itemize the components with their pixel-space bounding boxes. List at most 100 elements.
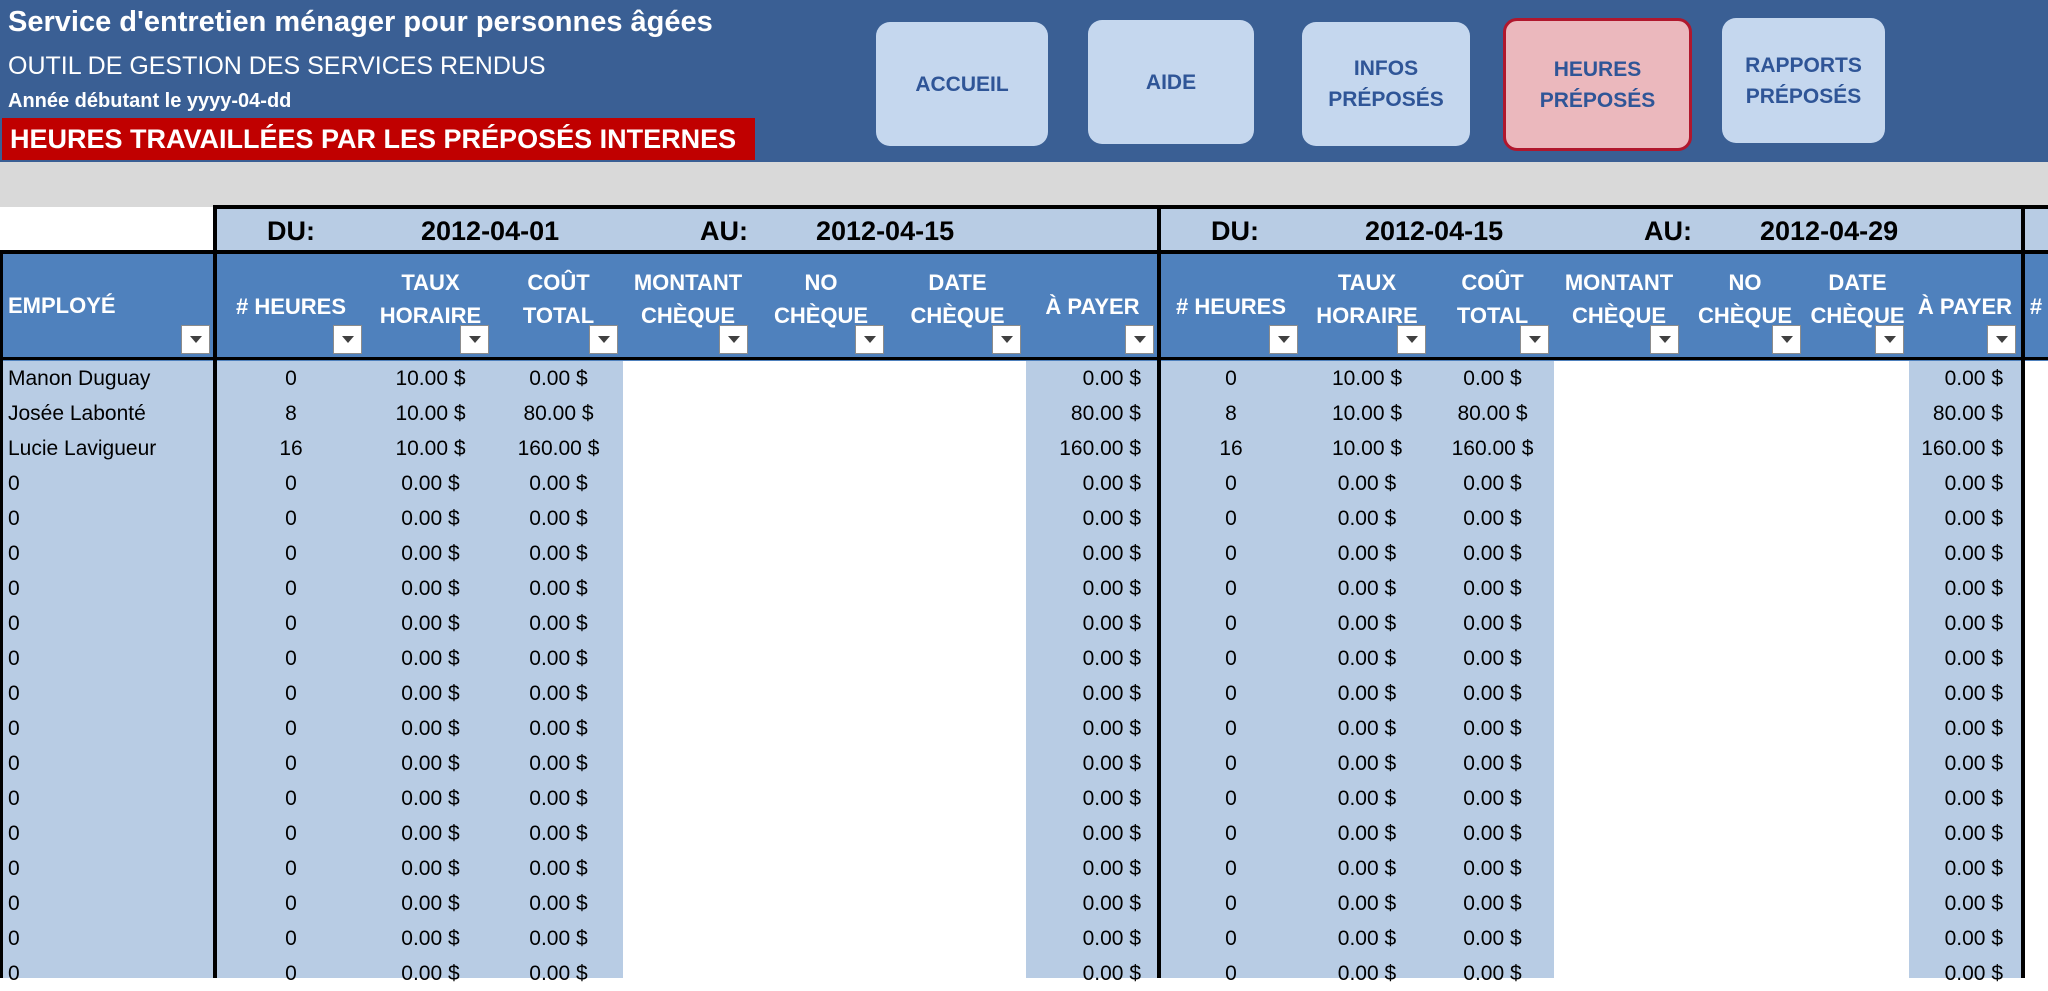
a-payer-cell: 0.00 $ [1944,962,2003,985]
cout-total-cell: 0.00 $ [1463,507,1522,530]
taux-horaire-cell: 0.00 $ [401,507,460,530]
montant-cheque-filter-button[interactable] [719,325,748,354]
taux-horaire-cell: 0.00 $ [1337,682,1397,705]
taux-horaire-cell: 0.00 $ [401,472,460,495]
cout-total-cell: 0.00 $ [1463,577,1522,600]
heures-cell: 0 [1225,927,1237,950]
heures-header: # HEURES [1159,290,1303,330]
montant-cheque-filter-button[interactable] [1650,325,1679,354]
a-payer-cell: 0.00 $ [1944,472,2003,495]
period-du-label: DU: [1211,216,1259,246]
a-payer-cell: 0.00 $ [1944,647,2003,670]
heures-header: # HEURES [215,290,367,330]
heures-cell: 0 [1225,787,1237,810]
cout-total-cell: 80.00 $ [523,402,594,425]
taux-horaire-cell: 0.00 $ [1337,962,1397,985]
taux-horaire-cell: 0.00 $ [401,927,460,950]
infos-preposes-button[interactable]: INFOS PRÉPOSÉS [1302,22,1470,146]
cout-total-cell: 0.00 $ [529,822,588,845]
a-payer-cell: 0.00 $ [1944,752,2003,775]
cout-total-cell: 0.00 $ [529,752,588,775]
heures-cell: 0 [285,647,297,670]
heures-filter-button[interactable] [1269,325,1298,354]
no-cheque-filter-button[interactable] [855,325,884,354]
taux-horaire-filter-button[interactable] [1397,325,1426,354]
gray-band [0,162,2048,207]
a-payer-cell: 0.00 $ [1082,822,1141,845]
heures-preposes-button[interactable]: HEURES PRÉPOSÉS [1503,18,1692,151]
employee-filter-button[interactable] [181,325,210,354]
cout-total-filter-button[interactable] [589,325,618,354]
heures-cell: 0 [1225,892,1237,915]
employee-name-cell: 0 [8,857,20,880]
date-cheque-filter-button[interactable] [992,325,1021,354]
a-payer-cell: 0.00 $ [1082,717,1141,740]
heures-cell: 0 [1225,542,1237,565]
cout-total-cell: 0.00 $ [1463,647,1522,670]
a-payer-cell: 0.00 $ [1944,892,2003,915]
cout-total-cell: 0.00 $ [529,542,588,565]
taux-horaire-cell: 10.00 $ [1331,367,1403,390]
aide-button[interactable]: AIDE [1088,20,1254,144]
taux-horaire-filter-button[interactable] [460,325,489,354]
cout-total-cell: 0.00 $ [1463,752,1522,775]
cout-total-cell: 0.00 $ [1463,962,1522,985]
accueil-button[interactable]: ACCUEIL [876,22,1048,146]
taux-horaire-cell: 0.00 $ [401,962,460,985]
taux-horaire-cell: 0.00 $ [1337,822,1397,845]
a-payer-cell: 80.00 $ [1070,402,1141,425]
taux-horaire-cell: 0.00 $ [401,542,460,565]
cout-total-cell: 0.00 $ [1463,927,1522,950]
date-cheque-filter-button[interactable] [1875,325,1904,354]
cout-total-filter-button[interactable] [1520,325,1549,354]
a-payer-cell: 0.00 $ [1082,647,1141,670]
a-payer-filter-button[interactable] [1987,325,2016,354]
cout-total-cell: 0.00 $ [529,647,588,670]
date-bar-top-border [213,205,2048,209]
cout-total-cell: 0.00 $ [529,717,588,740]
a-payer-cell: 0.00 $ [1082,542,1141,565]
taux-horaire-cell: 0.00 $ [401,857,460,880]
period-au-label: AU: [1644,216,1692,246]
taux-horaire-cell: 0.00 $ [401,682,460,705]
a-payer-cell: 0.00 $ [1082,857,1141,880]
a-payer-header: À PAYER [1026,290,1159,330]
cout-total-cell: 0.00 $ [529,577,588,600]
a-payer-filter-button[interactable] [1125,325,1154,354]
a-payer-cell: 0.00 $ [1082,577,1141,600]
a-payer-cell: 0.00 $ [1944,542,2003,565]
a-payer-cell: 0.00 $ [1082,752,1141,775]
taux-horaire-cell: 0.00 $ [1337,472,1397,495]
a-payer-cell: 0.00 $ [1082,892,1141,915]
employee-name-cell: 0 [8,542,20,565]
taux-horaire-cell: 0.00 $ [1337,647,1397,670]
heures-cell: 0 [285,507,297,530]
cout-total-cell: 0.00 $ [1463,612,1522,635]
app-subtitle: OUTIL DE GESTION DES SERVICES RENDUS [8,52,546,80]
taux-horaire-cell: 10.00 $ [395,437,466,460]
heures-cell: 0 [285,857,297,880]
heures-cell: 0 [285,367,297,390]
employee-name-cell: 0 [8,927,20,950]
employee-name-cell: Josée Labonté [8,402,146,425]
heures-filter-button[interactable] [333,325,362,354]
a-payer-cell: 160.00 $ [1059,437,1141,460]
employee-column-border [0,251,3,978]
trailing-column-header: # [2024,290,2048,330]
app-title: Service d'entretien ménager pour personn… [8,6,713,38]
taux-horaire-cell: 10.00 $ [395,367,466,390]
cout-total-cell: 80.00 $ [1457,402,1528,425]
heures-cell: 0 [1225,507,1237,530]
cout-total-cell: 0.00 $ [529,472,588,495]
taux-horaire-cell: 0.00 $ [1337,752,1397,775]
rapports-preposes-button[interactable]: RAPPORTS PRÉPOSÉS [1722,18,1885,143]
taux-horaire-cell: 0.00 $ [1337,577,1397,600]
a-payer-cell: 0.00 $ [1944,717,2003,740]
no-cheque-filter-button[interactable] [1772,325,1801,354]
heures-cell: 0 [1225,647,1237,670]
heures-cell: 16 [1219,437,1243,460]
taux-horaire-cell: 0.00 $ [1337,787,1397,810]
cout-total-cell: 0.00 $ [529,927,588,950]
cout-total-cell: 0.00 $ [1463,717,1522,740]
cout-total-cell: 0.00 $ [529,892,588,915]
